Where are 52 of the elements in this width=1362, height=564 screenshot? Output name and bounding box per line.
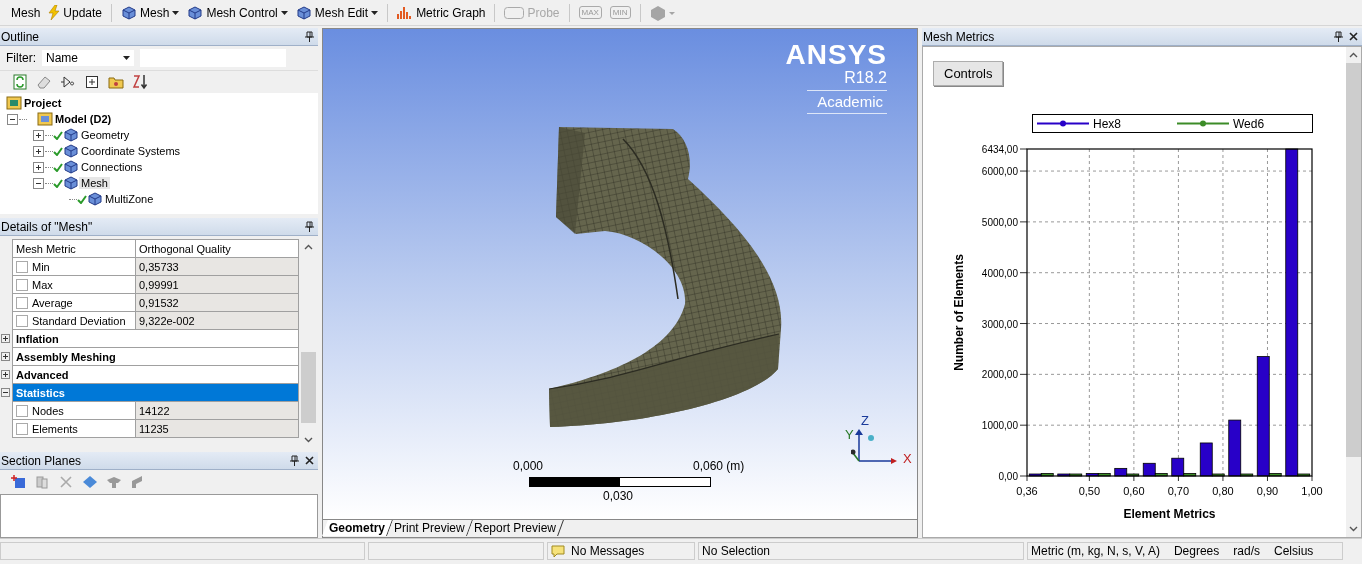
axis-label: X xyxy=(903,451,912,466)
legend-label: Wed6 xyxy=(1233,117,1265,131)
panel-title: Section Planes xyxy=(1,453,82,468)
status-text: No Messages xyxy=(571,544,645,558)
y-tick-label: 6434,00 xyxy=(981,144,1018,155)
property-name: Standard Deviation xyxy=(31,314,126,327)
property-value: 9,322e-002 xyxy=(134,312,299,329)
property-name: Nodes xyxy=(31,404,64,417)
axis-label: Z xyxy=(861,413,869,428)
edition-label: Academic xyxy=(817,94,883,110)
axis-title: Element Metrics xyxy=(1123,507,1216,521)
property-value: 0,91532 xyxy=(134,294,299,311)
y-tick-label: 3000,00 xyxy=(981,318,1018,330)
property-name: Min xyxy=(31,260,50,273)
x-tick-label: 0,70 xyxy=(1167,485,1190,497)
filter-label: Filter: xyxy=(6,51,36,65)
property-value: 0,35733 xyxy=(134,258,299,275)
status-text: rad/s xyxy=(1233,544,1260,558)
panel-title: Details of "Mesh" xyxy=(1,219,93,234)
axis-label: Y xyxy=(845,427,854,442)
property-name: Average xyxy=(31,296,73,309)
panel-title: Outline xyxy=(1,29,40,44)
x-tick-label: 0,80 xyxy=(1212,485,1234,497)
y-tick-label: 6000,00 xyxy=(981,166,1018,178)
x-tick-label: 1,00 xyxy=(1301,485,1323,497)
y-tick-label: 0,00 xyxy=(998,471,1018,482)
scale-label: 0,060 (m) xyxy=(693,459,745,473)
logo-text: ANSYS xyxy=(785,41,887,69)
status-text: Metric (m, kg, N, s, V, A) xyxy=(1031,544,1160,558)
x-tick-label: 0,36 xyxy=(1016,485,1038,497)
y-tick-label: 1000,00 xyxy=(981,420,1018,432)
version-label: R18.2 xyxy=(844,69,887,87)
status-text: Celsius xyxy=(1273,544,1314,558)
property-name: Max xyxy=(31,278,53,291)
property-value: 0,99991 xyxy=(134,276,299,293)
property-value: 11235 xyxy=(134,420,299,437)
y-tick-label: 4000,00 xyxy=(981,267,1018,279)
panel-title: Mesh Metrics xyxy=(923,29,995,44)
x-tick-label: 0,90 xyxy=(1256,485,1279,497)
legend-label: Hex8 xyxy=(1093,117,1121,131)
property-name: Elements xyxy=(31,422,78,435)
x-tick-label: 0,50 xyxy=(1078,485,1101,497)
y-tick-label: 5000,00 xyxy=(981,216,1018,228)
scale-label: 0,000 xyxy=(513,459,544,473)
axis-title: Number of Elements xyxy=(952,254,966,371)
scale-label: 0,030 xyxy=(603,489,634,503)
y-tick-label: 2000,00 xyxy=(981,369,1018,381)
x-tick-label: 0,60 xyxy=(1123,485,1145,497)
property-value: 14122 xyxy=(134,402,299,419)
status-text: Degrees xyxy=(1173,544,1220,558)
property-name: Mesh Metric xyxy=(14,241,77,257)
status-text: No Selection xyxy=(702,544,771,558)
